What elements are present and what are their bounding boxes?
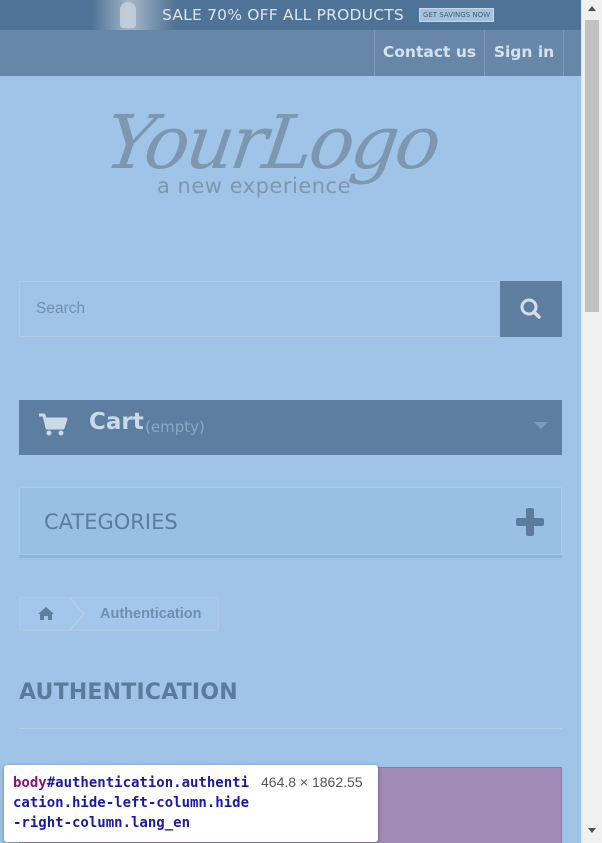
search-form <box>19 281 562 337</box>
heading-divider <box>19 728 562 729</box>
tooltip-selector-text: #authentication.authentication.hide-left… <box>13 775 250 831</box>
tooltip-dimensions: 464.8 × 1862.55 <box>261 774 363 790</box>
logo-tagline: a new experience <box>157 174 352 198</box>
banner-sale-text: SALE 70% OFF ALL PRODUCTS <box>162 6 404 24</box>
chevron-down-icon <box>534 422 548 429</box>
categories-block[interactable]: CATEGORIES <box>19 487 562 558</box>
breadcrumb: Authentication <box>19 597 219 631</box>
page-title: AUTHENTICATION <box>19 680 238 705</box>
plus-icon[interactable] <box>516 508 544 536</box>
breadcrumb-current: Authentication <box>100 606 202 622</box>
get-savings-button[interactable]: GET SAVINGS NOW <box>419 8 494 22</box>
breadcrumb-separator <box>69 598 85 630</box>
tooltip-selector: body#authentication.authentication.hide-… <box>13 773 249 833</box>
search-icon <box>520 298 541 319</box>
search-input[interactable] <box>19 281 501 337</box>
search-button[interactable] <box>500 281 562 337</box>
contact-us-link[interactable]: Contact us <box>374 30 484 76</box>
sign-in-link[interactable]: Sign in <box>484 30 563 76</box>
home-icon <box>38 607 54 620</box>
cart-label: Cart <box>89 409 144 435</box>
top-nav-bar: Contact us Sign in <box>0 30 581 76</box>
promo-banner[interactable]: SALE 70% OFF ALL PRODUCTS GET SAVINGS NO… <box>0 0 581 30</box>
vertical-scrollbar[interactable] <box>581 0 602 843</box>
devtools-element-tooltip: body#authentication.authentication.hide-… <box>4 765 378 842</box>
scroll-up-icon[interactable] <box>588 6 596 11</box>
tooltip-tag: body <box>13 775 47 791</box>
nav-divider <box>563 30 564 76</box>
scroll-down-icon[interactable] <box>588 828 596 833</box>
page: SALE 70% OFF ALL PRODUCTS GET SAVINGS NO… <box>0 0 581 843</box>
cart-icon <box>39 413 68 436</box>
cart-block[interactable]: Cart (empty) <box>19 400 562 455</box>
site-logo[interactable]: YourLogo a new experience <box>100 100 460 220</box>
cart-status: (empty) <box>145 418 205 436</box>
categories-title: CATEGORIES <box>44 510 178 534</box>
scrollbar-thumb[interactable] <box>585 20 599 312</box>
